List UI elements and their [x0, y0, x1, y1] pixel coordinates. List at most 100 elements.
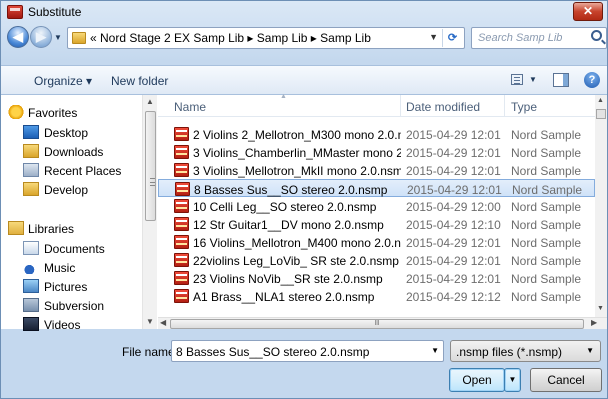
sidebar-item-downloads[interactable]: Downloads [1, 142, 141, 161]
new-folder-button[interactable]: New folder [111, 74, 168, 88]
scroll-down-icon[interactable]: ▼ [146, 317, 154, 326]
file-type: Nord Sample [511, 164, 582, 178]
recent-places-icon [23, 163, 39, 177]
file-type-value: .nsmp files (*.nsmp) [456, 345, 563, 359]
refresh-icon[interactable]: ⟳ [442, 29, 462, 47]
file-name: 3 Violins_Mellotron_MkII mono 2.0.nsmp [193, 164, 401, 178]
sidebar-item-label: Favorites [28, 106, 78, 120]
column-header-date-modified[interactable]: Date modified [406, 100, 480, 114]
address-bar[interactable]: « Nord Stage 2 EX Samp Lib ▸ Samp Lib ▸ … [67, 27, 465, 49]
sidebar-item-pictures[interactable]: Pictures [1, 277, 141, 296]
preview-pane-icon[interactable] [553, 73, 569, 87]
file-date: 2015-04-29 12:01 [406, 236, 501, 250]
recent-locations-dropdown-icon[interactable]: ▼ [54, 33, 62, 42]
back-button[interactable]: ◀ [7, 26, 29, 48]
file-list-vertical-scrollbar[interactable]: ▲ ▼ [595, 95, 607, 317]
grip-icon [150, 178, 155, 186]
sidebar-item-favorites[interactable]: Favorites [1, 103, 141, 122]
navigation-pane: Favorites Desktop Downloads Recent Place… [1, 95, 157, 332]
sidebar-item-desktop[interactable]: Desktop [1, 123, 141, 142]
file-list: ▲ Name Date modified Type 2 Violins 2_Me… [158, 93, 607, 329]
views-dropdown-icon[interactable]: ▼ [529, 75, 537, 84]
documents-icon [23, 241, 39, 255]
file-type: Nord Sample [511, 236, 582, 250]
scroll-right-icon[interactable]: ▶ [591, 318, 597, 327]
browser-area: Favorites Desktop Downloads Recent Place… [1, 93, 607, 332]
file-row[interactable]: A1 Brass__NLA1 stereo 2.0.nsmp 2015-04-29… [158, 287, 595, 305]
file-type: Nord Sample [511, 146, 582, 160]
folder-icon [23, 182, 39, 196]
file-date: 2015-04-29 12:01 [406, 128, 501, 142]
file-type: Nord Sample [511, 290, 582, 304]
sidebar-item-label: Develop [44, 183, 89, 197]
scrollbar-thumb[interactable]: Ⅲ [170, 319, 584, 329]
column-header-name[interactable]: Name [174, 100, 206, 114]
file-row[interactable]: 2 Violins 2_Mellotron_M300 mono 2.0.ns..… [158, 125, 595, 143]
nord-sample-file-icon [175, 182, 190, 196]
column-headers: ▲ Name Date modified Type [158, 93, 595, 117]
file-name-dropdown-icon[interactable]: ▼ [431, 346, 439, 355]
nord-sample-file-icon [174, 199, 189, 213]
file-name: 16 Violins_Mellotron_M400 mono 2.0.ns... [193, 236, 401, 250]
breadcrumb[interactable]: « Nord Stage 2 EX Samp Lib ▸ Samp Lib ▸ … [90, 31, 371, 45]
file-type: Nord Sample [511, 128, 582, 142]
file-row[interactable]: 3 Violins_Chamberlin_MMaster mono 2.0...… [158, 143, 595, 161]
sidebar-item-libraries[interactable]: Libraries [1, 219, 141, 238]
file-date: 2015-04-29 12:10 [406, 218, 501, 232]
file-type-select[interactable]: .nsmp files (*.nsmp) ▼ [450, 340, 601, 362]
search-icon[interactable] [591, 30, 602, 41]
file-name: 3 Violins_Chamberlin_MMaster mono 2.0...… [193, 146, 401, 160]
column-header-type[interactable]: Type [511, 100, 537, 114]
file-date: 2015-04-29 12:01 [407, 183, 502, 197]
scroll-left-icon[interactable]: ◀ [160, 318, 166, 327]
cancel-button[interactable]: Cancel [530, 368, 602, 392]
file-row[interactable]: 16 Violins_Mellotron_M400 mono 2.0.ns...… [158, 233, 595, 251]
sidebar-item-music[interactable]: Music [1, 258, 141, 277]
file-name: 10 Celli Leg__SO stereo 2.0.nsmp [193, 200, 377, 214]
app-icon [7, 5, 23, 19]
sidebar-item-develop[interactable]: Develop [1, 180, 141, 199]
file-type: Nord Sample [511, 272, 582, 286]
scrollbar-thumb[interactable] [145, 111, 156, 221]
forward-button[interactable]: ▶ [30, 26, 52, 48]
file-date: 2015-04-29 12:01 [406, 146, 501, 160]
search-input[interactable]: Search Samp Lib [471, 27, 607, 49]
address-dropdown-icon[interactable]: ▼ [429, 32, 438, 42]
sidebar-item-label: Subversion [44, 299, 105, 313]
file-name-label: File name: [122, 345, 179, 359]
file-row[interactable]: 3 Violins_Mellotron_MkII mono 2.0.nsmp 20… [158, 161, 595, 179]
file-name: A1 Brass__NLA1 stereo 2.0.nsmp [193, 290, 375, 304]
scroll-up-icon[interactable]: ▲ [146, 97, 154, 106]
file-list-horizontal-scrollbar[interactable]: ◀ Ⅲ ▶ [158, 317, 607, 329]
scrollbar-thumb[interactable] [596, 109, 606, 119]
sidebar-item-subversion[interactable]: Subversion [1, 296, 141, 315]
column-divider[interactable] [400, 95, 401, 117]
file-type: Nord Sample [511, 254, 582, 268]
navigation-scrollbar[interactable]: ▲ ▼ [142, 95, 157, 329]
pictures-icon [23, 279, 39, 293]
file-row[interactable]: 22violins Leg_LoVib_ SR ste 2.0.nsmp 2015… [158, 251, 595, 269]
close-button[interactable]: ✕ [573, 2, 603, 21]
views-icon[interactable] [511, 74, 523, 85]
nord-sample-file-icon [174, 235, 189, 249]
desktop-icon [23, 125, 39, 139]
column-divider[interactable] [504, 95, 505, 117]
file-name-field[interactable]: 8 Basses Sus__SO stereo 2.0.nsmp ▼ [171, 340, 444, 362]
file-row[interactable]: 10 Celli Leg__SO stereo 2.0.nsmp 2015-04-… [158, 197, 595, 215]
file-row[interactable]: 23 Violins NoVib__SR ste 2.0.nsmp 2015-04… [158, 269, 595, 287]
title-bar: Substitute ✕ [1, 1, 607, 23]
organize-button[interactable]: Organize ▾ [34, 74, 92, 88]
sidebar-item-label: Music [44, 261, 76, 275]
back-arrow-icon: ◀ [13, 29, 23, 44]
file-name: 23 Violins NoVib__SR ste 2.0.nsmp [193, 272, 383, 286]
open-options-dropdown-icon[interactable]: ▼ [504, 368, 521, 392]
sidebar-item-recent-places[interactable]: Recent Places [1, 161, 141, 180]
scroll-up-icon[interactable]: ▲ [597, 97, 604, 104]
open-button[interactable]: Open [449, 368, 505, 392]
file-row-selected[interactable]: 8 Basses Sus__SO stereo 2.0.nsmp 2015-04-… [158, 179, 595, 197]
scroll-down-icon[interactable]: ▼ [597, 305, 604, 312]
sidebar-item-documents[interactable]: Documents [1, 239, 141, 258]
file-row[interactable]: 12 Str Guitar1__DV mono 2.0.nsmp 2015-04-… [158, 215, 595, 233]
help-icon[interactable]: ? [584, 72, 600, 88]
file-type: Nord Sample [511, 218, 582, 232]
